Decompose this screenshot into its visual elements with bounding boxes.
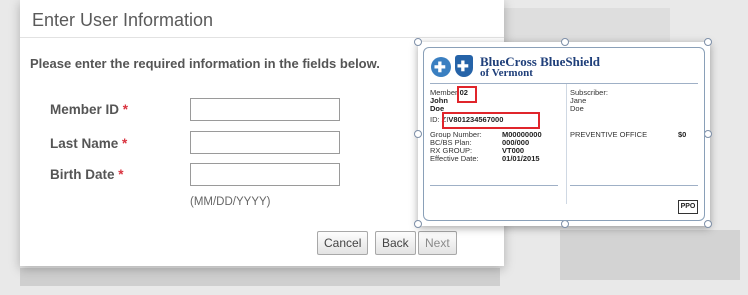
title-divider — [20, 37, 504, 38]
member-id-highlight — [442, 112, 540, 129]
card-divider — [430, 185, 558, 186]
background-block — [20, 268, 500, 286]
insurance-card: ✚ ✚ BlueCross BlueShield of Vermont Memb… — [423, 47, 705, 221]
resize-handle — [704, 130, 712, 138]
date-format-hint: (MM/DD/YYYY) — [190, 196, 271, 208]
blue-cross-logo-icon: ✚ — [431, 57, 451, 77]
resize-handle — [561, 220, 569, 228]
member-id-label: Member ID * — [50, 102, 128, 117]
birth-date-input[interactable] — [190, 163, 340, 186]
card-copay-label: PREVENTIVE OFFICE — [570, 130, 648, 139]
birth-date-label-text: Birth Date — [50, 167, 115, 182]
member-id-input[interactable] — [190, 98, 340, 121]
last-name-label-text: Last Name — [50, 136, 119, 151]
card-divider — [430, 83, 698, 84]
resize-handle — [414, 220, 422, 228]
required-marker: * — [122, 102, 129, 117]
last-name-input[interactable] — [190, 131, 340, 154]
birth-date-label: Birth Date * — [50, 167, 124, 182]
insurance-card-image: ✚ ✚ BlueCross BlueShield of Vermont Memb… — [414, 38, 712, 228]
resize-handle — [704, 38, 712, 46]
card-brand-region: of Vermont — [480, 67, 533, 79]
member-suffix-highlight — [457, 86, 477, 103]
card-detail-value: 01/01/2015 — [502, 154, 540, 163]
back-button[interactable]: Back — [375, 231, 416, 255]
plan-type-badge: PPO — [678, 200, 698, 214]
background-block — [560, 230, 740, 280]
blue-shield-logo-icon: ✚ — [455, 55, 473, 77]
form-title: Enter User Information — [32, 10, 214, 30]
next-button[interactable]: Next — [418, 231, 457, 255]
resize-handle — [704, 220, 712, 228]
required-marker: * — [118, 167, 124, 182]
required-marker: * — [122, 136, 128, 151]
card-detail-label: Effective Date: — [430, 154, 479, 163]
member-id-label-text: Member ID — [50, 102, 120, 117]
resize-handle — [414, 130, 422, 138]
resize-handle — [414, 38, 422, 46]
card-divider — [570, 185, 698, 186]
cancel-button[interactable]: Cancel — [317, 231, 369, 255]
form-instructions: Please enter the required information in… — [30, 56, 380, 71]
resize-handle — [561, 38, 569, 46]
last-name-label: Last Name * — [50, 136, 127, 151]
card-copay-value: $0 — [678, 130, 687, 139]
card-subscriber-last: Doe — [570, 104, 584, 113]
card-divider — [566, 84, 567, 204]
